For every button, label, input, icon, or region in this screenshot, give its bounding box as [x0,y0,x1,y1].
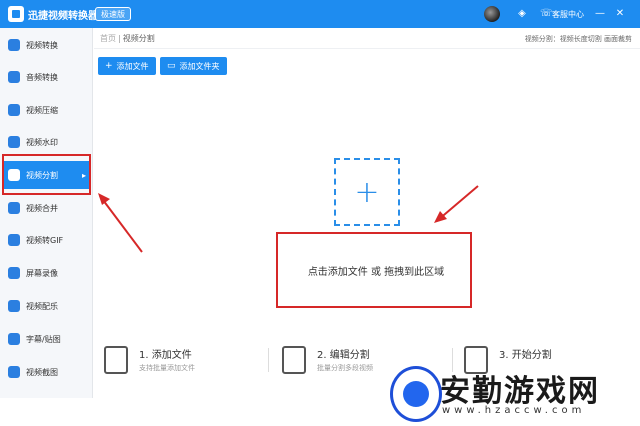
sidebar-item-label: 视频转GIF [26,235,64,245]
video-convert-icon [8,39,20,51]
avatar[interactable] [484,6,500,22]
breadcrumb-home[interactable]: 首页 [100,34,116,43]
service-icon[interactable]: ☏ [540,8,553,20]
sidebar-item-label: 字幕/贴图 [26,334,61,344]
divider [94,48,640,49]
sidebar-item-label: 视频合并 [26,203,58,213]
sidebar-item-label: 视频配乐 [26,301,58,311]
sidebar-highlight-box [2,154,91,195]
sidebar-item-subtitle[interactable]: 字幕/贴图 [4,325,89,353]
annotation-arrow-right [434,185,479,223]
step-add-file: 1. 添加文件 支持批量添加文件 [104,343,254,383]
sidebar-item-label: 音频转换 [26,72,58,82]
sidebar-item-video-compress[interactable]: 视频压缩 [4,96,89,124]
subtitle-icon [8,333,20,345]
plus-icon: + [105,61,113,71]
music-icon [8,300,20,312]
sidebar-item-label: 视频转换 [26,40,58,50]
sidebar-item-video-merge[interactable]: 视频合并 [4,194,89,222]
merge-icon [8,202,20,214]
sidebar-item-screenshot[interactable]: 视频截图 [4,358,89,386]
edit-split-step-icon [282,346,306,374]
sidebar-item-audio-convert[interactable]: 音频转换 [4,63,89,91]
audio-convert-icon [8,71,20,83]
step-title: 1. 添加文件 [139,350,192,361]
app-title: 迅捷视频转换器 [28,11,98,22]
edition-badge[interactable]: 极速版 [95,7,131,21]
app-logo-icon [8,6,24,22]
folder-icon: ▭ [167,61,176,71]
compress-icon [8,104,20,116]
gif-icon [8,234,20,246]
site-watermark: 安勤游戏网 www.hzaccw.com [376,362,640,426]
add-folder-label: 添加文件夹 [179,61,220,71]
add-file-step-icon [104,346,128,374]
watermark-icon [8,136,20,148]
sidebar-item-label: 屏幕录像 [26,268,58,278]
drop-zone-text: 点击添加文件 或 拖拽到此区域 [307,267,445,278]
step-divider [268,348,269,372]
watermark-title: 安勤游戏网 [440,374,600,409]
sidebar-item-label: 视频截图 [26,367,58,377]
vip-icon[interactable]: ◈ [516,8,528,20]
breadcrumb-current: 视频分割 [122,34,155,43]
step-title: 3. 开始分割 [499,350,552,361]
drop-zone-add[interactable]: + [334,158,400,226]
close-icon[interactable]: ✕ [614,8,626,20]
sidebar-item-label: 视频水印 [26,137,58,147]
screenshot-icon [8,366,20,378]
add-file-label: 添加文件 [116,61,149,71]
add-file-button[interactable]: + 添加文件 [98,57,156,75]
service-center-label[interactable]: 客服中心 [552,9,584,20]
sidebar-item-video-gif[interactable]: 视频转GIF [4,226,89,254]
watermark-logo-icon [390,366,442,422]
step-desc: 支持批量添加文件 [139,364,195,372]
step-title: 2. 编辑分割 [317,350,370,361]
drop-zone-highlight-box[interactable]: 点击添加文件 或 拖拽到此区域 [276,232,472,308]
sidebar: 视频转换 音频转换 视频压缩 视频水印 视频分割 视频合并 视频转GIF 屏幕录… [0,28,93,398]
screen-record-icon [8,267,20,279]
step-desc: 批量分割多段视频 [317,364,373,372]
sidebar-item-screen-record[interactable]: 屏幕录像 [4,259,89,287]
annotation-arrow-left [98,193,143,253]
sidebar-item-label: 视频压缩 [26,105,58,115]
feature-hint: 视频分割：视频长度切割 画面裁剪 [524,35,632,43]
sidebar-item-video-convert[interactable]: 视频转换 [4,31,89,59]
title-bar: 迅捷视频转换器 极速版 ◈ ☏ 客服中心 — ✕ [0,0,640,28]
add-folder-button[interactable]: ▭ 添加文件夹 [160,57,227,75]
minimize-icon[interactable]: — [594,8,606,20]
watermark-url: www.hzaccw.com [442,405,586,416]
sidebar-item-video-watermark[interactable]: 视频水印 [4,128,89,156]
breadcrumb: 首页 | 视频分割 [100,34,155,43]
sidebar-item-video-music[interactable]: 视频配乐 [4,292,89,320]
